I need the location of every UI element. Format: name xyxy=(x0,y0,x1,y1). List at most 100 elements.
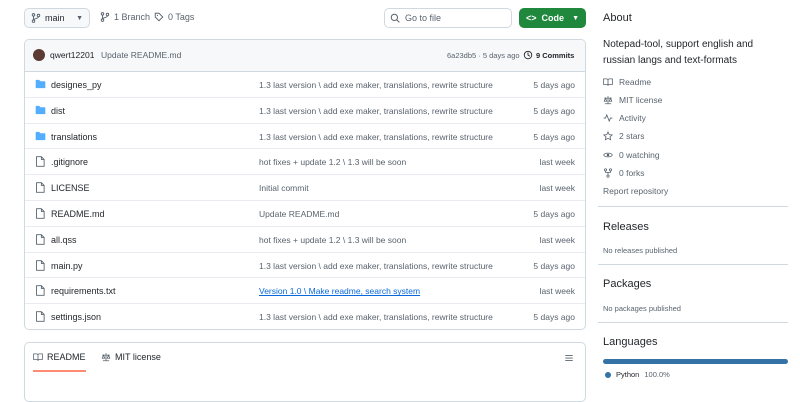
forks-link[interactable]: 0 forks xyxy=(603,168,645,178)
commit-date: 5 days ago xyxy=(533,105,575,116)
file-name-link[interactable]: translations xyxy=(51,132,97,142)
commit-author[interactable]: qwert12201 xyxy=(50,50,94,60)
branch-icon xyxy=(100,12,110,22)
file-table: qwert12201 Update README.md 6a23db5 · 5 … xyxy=(24,39,586,330)
activity-link[interactable]: Activity xyxy=(603,113,646,123)
releases-title[interactable]: Releases xyxy=(603,221,649,233)
table-row: all.qss hot fixes + update 1.2 \ 1.3 will… xyxy=(25,227,585,253)
tags-link[interactable]: 0 Tags xyxy=(154,12,194,22)
branches-count: 1 Branch xyxy=(114,12,151,22)
file-name-link[interactable]: .gitignore xyxy=(51,157,88,167)
file-icon xyxy=(35,259,45,271)
tab-readme-label: README xyxy=(47,352,86,362)
latest-commit-bar: qwert12201 Update README.md 6a23db5 · 5 … xyxy=(25,40,585,72)
commit-hash-time[interactable]: 6a23db5 · 5 days ago xyxy=(447,51,520,60)
file-name-link[interactable]: README.md xyxy=(51,209,105,219)
code-label: Code xyxy=(541,13,565,23)
commits-link[interactable]: 9 Commits xyxy=(523,50,574,60)
readme-link-label: Readme xyxy=(619,77,652,87)
table-row: settings.json 1.3 last version \ add exe … xyxy=(25,304,585,329)
repo-description: Notepad-tool, support english and russia… xyxy=(603,39,754,66)
tag-icon xyxy=(154,12,164,22)
table-row: README.md Update README.md 5 days ago xyxy=(25,201,585,227)
language-entry-python[interactable]: Python 100.0% xyxy=(605,370,670,379)
report-repository-link[interactable]: Report repository xyxy=(603,186,668,196)
tab-license-label: MIT license xyxy=(115,352,161,362)
language-bar-fill-python xyxy=(603,359,788,364)
commit-message-link[interactable]: Initial commit xyxy=(259,183,309,193)
history-icon xyxy=(523,50,533,60)
scale-icon xyxy=(603,95,613,105)
table-row: LICENSE Initial commit last week xyxy=(25,175,585,201)
file-icon xyxy=(35,182,45,193)
stars-count: 2 stars xyxy=(619,131,645,141)
file-icon xyxy=(35,208,45,219)
branches-link[interactable]: 1 Branch xyxy=(100,12,150,22)
commit-date: last week xyxy=(539,286,575,297)
file-name-link[interactable]: requirements.txt xyxy=(51,286,116,296)
code-icon: <> xyxy=(526,13,537,23)
packages-empty-text: No packages published xyxy=(603,304,681,313)
star-icon xyxy=(603,131,613,141)
language-percent: 100.0% xyxy=(644,370,670,379)
table-row: .gitignore hot fixes + update 1.2 \ 1.3 w… xyxy=(25,149,585,176)
commit-message-link[interactable]: 1.3 last version \ add exe maker, transl… xyxy=(259,261,493,271)
languages-title: Languages xyxy=(603,336,658,348)
go-to-file-input[interactable]: Go to file xyxy=(384,8,512,28)
file-name-link[interactable]: designes_py xyxy=(51,80,102,90)
code-button[interactable]: <> Code ▼ xyxy=(519,8,586,28)
commit-message-link[interactable]: 1.3 last version \ add exe maker, transl… xyxy=(259,132,493,142)
commit-date: last week xyxy=(539,157,575,168)
commit-message-link[interactable]: 1.3 last version \ add exe maker, transl… xyxy=(259,312,493,322)
folder-icon xyxy=(35,105,46,115)
releases-empty-text: No releases published xyxy=(603,246,678,255)
book-icon xyxy=(33,352,43,362)
license-link[interactable]: MIT license xyxy=(603,95,662,105)
file-name-link[interactable]: LICENSE xyxy=(51,183,90,193)
commit-message-link[interactable]: Version 1.0 \ Make readme, search system xyxy=(259,286,420,296)
file-icon xyxy=(35,285,45,297)
commit-message-link[interactable]: hot fixes + update 1.2 \ 1.3 will be soo… xyxy=(259,235,406,245)
avatar[interactable] xyxy=(33,49,45,61)
watching-link[interactable]: 0 watching xyxy=(603,150,660,160)
tab-license[interactable]: MIT license xyxy=(101,352,161,362)
commit-message-link[interactable]: Update README.md xyxy=(259,209,339,219)
file-name-link[interactable]: dist xyxy=(51,106,65,116)
commit-message-link[interactable]: hot fixes + update 1.2 \ 1.3 will be soo… xyxy=(259,157,406,167)
chevron-down-icon: ▼ xyxy=(76,14,83,22)
tags-count: 0 Tags xyxy=(168,12,195,22)
about-title: About xyxy=(603,12,632,24)
file-icon xyxy=(35,311,45,322)
file-name-link[interactable]: all.qss xyxy=(51,235,77,245)
readme-panel: README MIT license xyxy=(24,342,586,402)
file-list: designes_py 1.3 last version \ add exe ma… xyxy=(25,72,585,329)
tab-readme[interactable]: README xyxy=(33,352,86,372)
report-repository-label: Report repository xyxy=(603,186,669,196)
branch-name: main xyxy=(45,13,65,23)
chevron-down-icon: ▼ xyxy=(572,14,579,22)
branch-select-button[interactable]: main ▼ xyxy=(24,8,90,28)
file-name-link[interactable]: main.py xyxy=(51,261,83,271)
table-row: requirements.txt Version 1.0 \ Make readm… xyxy=(25,278,585,305)
commit-date: 5 days ago xyxy=(533,131,575,142)
scale-icon xyxy=(101,352,111,362)
outline-menu-icon[interactable] xyxy=(564,353,574,363)
file-name-link[interactable]: settings.json xyxy=(51,312,101,322)
folder-icon xyxy=(35,79,46,89)
stars-link[interactable]: 2 stars xyxy=(603,131,645,141)
file-icon xyxy=(35,234,45,245)
packages-title[interactable]: Packages xyxy=(603,278,651,290)
fork-icon xyxy=(603,168,613,178)
commit-message[interactable]: Update README.md xyxy=(101,50,181,60)
language-color-dot xyxy=(605,371,611,378)
eye-icon xyxy=(603,150,613,160)
folder-icon xyxy=(35,131,46,141)
commit-message-link[interactable]: 1.3 last version \ add exe maker, transl… xyxy=(259,80,493,90)
search-icon xyxy=(390,13,400,23)
commits-count: 9 Commits xyxy=(536,50,575,60)
activity-link-label: Activity xyxy=(619,113,646,123)
readme-link[interactable]: Readme xyxy=(603,77,651,87)
commit-message-link[interactable]: 1.3 last version \ add exe maker, transl… xyxy=(259,106,493,116)
table-row: translations 1.3 last version \ add exe m… xyxy=(25,124,585,150)
commit-date: 5 days ago xyxy=(533,260,575,271)
